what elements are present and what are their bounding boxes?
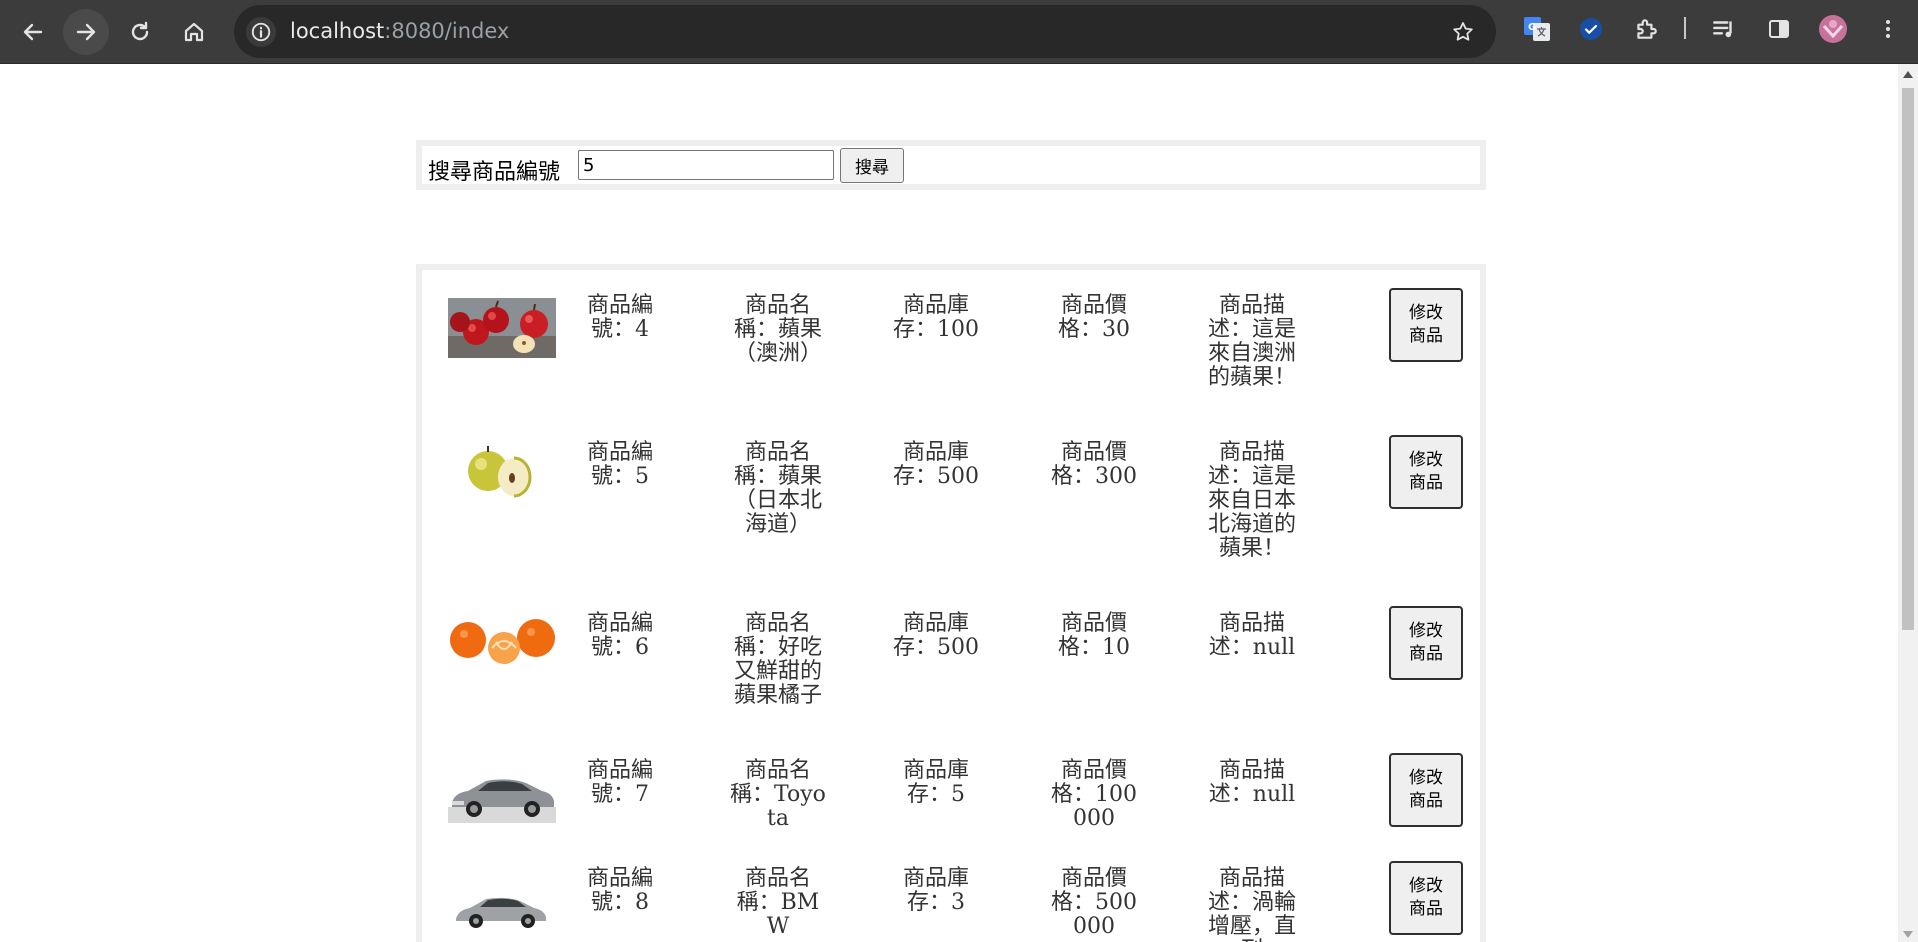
product-name: 商品名稱：蘋果（澳洲）	[733, 293, 822, 366]
check-circle-icon	[1580, 18, 1602, 40]
product-description: 商品描述：null	[1208, 758, 1296, 807]
url-host: localhost	[290, 19, 385, 43]
product-name: 商品名稱：蘋果（日本北海道）	[733, 440, 822, 537]
product-price: 商品價格：30	[1058, 293, 1130, 342]
forward-arrow-icon	[76, 23, 96, 41]
product-image	[448, 443, 556, 503]
product-description: 商品描述：渦輪增壓，直列	[1207, 866, 1296, 942]
avatar-icon	[1819, 15, 1847, 43]
red-apples-image	[448, 298, 556, 358]
home-button[interactable]	[171, 9, 217, 55]
extensions-button[interactable]	[1628, 11, 1664, 47]
bmw-car-image	[448, 879, 556, 939]
product-price: 商品價格：100000	[1051, 758, 1137, 831]
product-name: 商品名稱：Toyota	[730, 758, 826, 831]
page-scrollbar[interactable]	[1898, 64, 1918, 942]
google-translate-icon: G	[1524, 17, 1550, 41]
search-form: 搜尋商品編號 搜尋	[416, 140, 1486, 190]
bookmark-star-button[interactable]	[1448, 17, 1478, 47]
url-path: :8080/index	[384, 19, 510, 43]
svg-text:G: G	[1528, 22, 1536, 33]
product-list: 商品編號：4 商品名稱：蘋果（澳洲） 商品庫存：100 商品價格：30 商品描述…	[416, 264, 1486, 942]
edit-product-button[interactable]: 修改商品	[1389, 861, 1463, 935]
side-panel-button[interactable]	[1761, 11, 1797, 47]
scrollbar-thumb[interactable]	[1902, 88, 1914, 630]
product-price: 商品價格：500000	[1051, 866, 1137, 939]
product-image	[448, 879, 556, 939]
side-panel-icon	[1769, 20, 1789, 38]
info-icon	[251, 22, 271, 42]
product-image	[448, 298, 556, 358]
back-arrow-icon	[23, 23, 43, 41]
product-stock: 商品庫存：500	[893, 440, 979, 489]
browser-menu-button[interactable]	[1870, 11, 1906, 47]
browser-toolbar: localhost:8080/index G	[0, 0, 1918, 64]
product-price: 商品價格：300	[1051, 440, 1137, 489]
product-id-search-input[interactable]	[578, 150, 834, 180]
more-vert-icon	[1886, 20, 1890, 38]
back-button[interactable]	[10, 9, 56, 55]
yellow-apple-image	[448, 443, 556, 503]
product-image	[448, 763, 556, 823]
product-id: 商品編號：8	[586, 866, 653, 915]
product-image	[448, 614, 556, 670]
product-id: 商品編號：4	[586, 293, 653, 342]
product-price: 商品價格：10	[1058, 611, 1130, 660]
tangerines-image	[448, 614, 556, 670]
star-icon	[1453, 22, 1473, 41]
puzzle-icon	[1637, 19, 1657, 39]
address-bar[interactable]: localhost:8080/index	[234, 5, 1496, 58]
page-content: 搜尋商品編號 搜尋 商品編號：4 商品名稱：蘋果（澳洲） 商品庫存：1	[0, 64, 1898, 942]
scroll-up-arrow-icon[interactable]	[1903, 71, 1913, 78]
edit-product-button[interactable]: 修改商品	[1389, 753, 1463, 827]
translate-extension-button[interactable]: G	[1519, 11, 1555, 47]
product-stock: 商品庫存：100	[893, 293, 979, 342]
product-description: 商品描述：null	[1208, 611, 1296, 660]
edit-product-button[interactable]: 修改商品	[1389, 606, 1463, 680]
search-button[interactable]: 搜尋	[840, 148, 904, 183]
product-id: 商品編號：6	[586, 611, 653, 660]
product-description: 商品描述：這是來自日本北海道的蘋果！	[1207, 440, 1296, 561]
task-extension-button[interactable]	[1573, 11, 1609, 47]
toyota-car-image	[448, 763, 556, 823]
search-label: 搜尋商品編號	[428, 160, 561, 185]
playlist-icon	[1713, 21, 1732, 38]
toolbar-separator	[1684, 17, 1686, 39]
reload-icon	[131, 21, 149, 41]
product-stock: 商品庫存：5	[902, 758, 969, 807]
edit-product-button[interactable]: 修改商品	[1389, 435, 1463, 509]
scroll-down-arrow-icon[interactable]	[1903, 931, 1913, 938]
product-id: 商品編號：5	[586, 440, 653, 489]
home-icon	[184, 22, 204, 42]
site-info-button[interactable]	[246, 17, 276, 47]
product-name: 商品名稱：BMW	[736, 866, 820, 939]
product-id: 商品編號：7	[586, 758, 653, 807]
reading-list-button[interactable]	[1706, 11, 1742, 47]
url-text[interactable]: localhost:8080/index	[290, 19, 509, 43]
reload-button[interactable]	[117, 9, 163, 55]
product-stock: 商品庫存：500	[893, 611, 979, 660]
product-description: 商品描述：這是來自澳洲的蘋果！	[1207, 293, 1296, 390]
product-name: 商品名稱：好吃又鮮甜的蘋果橘子	[733, 611, 822, 708]
forward-button[interactable]	[63, 9, 109, 55]
product-stock: 商品庫存：3	[902, 866, 969, 915]
profile-avatar[interactable]	[1815, 11, 1851, 47]
edit-product-button[interactable]: 修改商品	[1389, 288, 1463, 362]
